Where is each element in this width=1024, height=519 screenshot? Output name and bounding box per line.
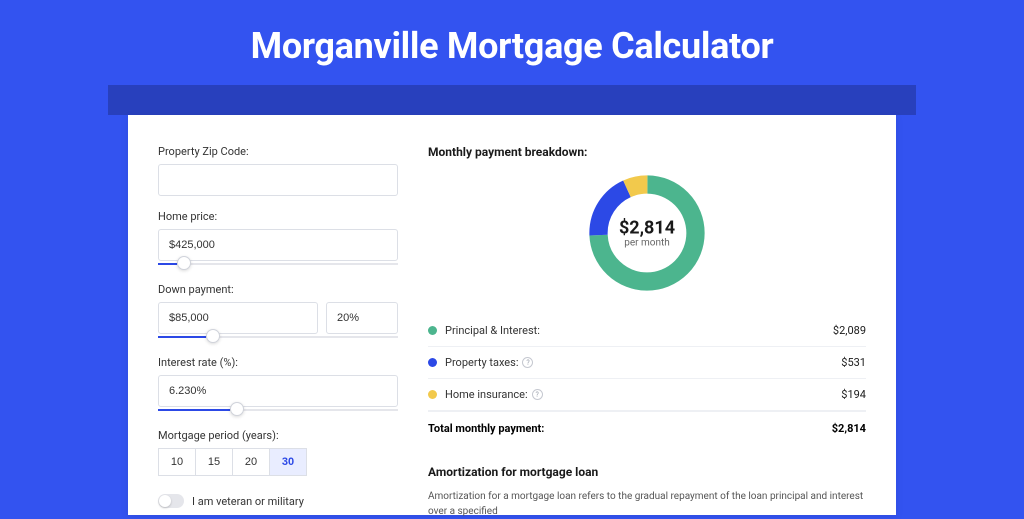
- veteran-toggle[interactable]: [158, 494, 184, 508]
- slider-fill: [158, 263, 177, 265]
- down-payment-pct-input[interactable]: [326, 302, 398, 334]
- down-payment-label: Down payment:: [158, 283, 398, 296]
- amortization-text: Amortization for a mortgage loan refers …: [428, 489, 866, 519]
- donut-chart: $2,814 per month: [583, 169, 711, 297]
- period-option-10[interactable]: 10: [158, 448, 196, 476]
- info-icon[interactable]: ?: [522, 357, 533, 368]
- home-price-input[interactable]: [158, 229, 398, 261]
- period-label: Mortgage period (years):: [158, 429, 398, 442]
- legend-dot-icon: [428, 358, 437, 367]
- interest-rate-input[interactable]: [158, 375, 398, 407]
- interest-rate-slider[interactable]: [158, 405, 398, 415]
- slider-fill: [158, 336, 206, 338]
- slider-fill: [158, 409, 230, 411]
- veteran-toggle-row: I am veteran or military: [158, 494, 398, 508]
- period-option-15[interactable]: 15: [195, 448, 233, 476]
- breakdown-column: Monthly payment breakdown: $2,814 per mo…: [428, 145, 866, 515]
- interest-rate-label: Interest rate (%):: [158, 356, 398, 369]
- calculator-card: Property Zip Code: Home price: Down paym…: [128, 115, 896, 515]
- info-icon[interactable]: ?: [532, 389, 543, 400]
- amortization-section: Amortization for mortgage loan Amortizat…: [428, 465, 866, 519]
- breakdown-legend: Principal & Interest: $2,089 Property ta…: [428, 315, 866, 445]
- total-value: $2,814: [832, 422, 866, 435]
- breakdown-title: Monthly payment breakdown:: [428, 145, 866, 159]
- legend-label: Property taxes: ?: [445, 356, 841, 369]
- home-price-slider[interactable]: [158, 259, 398, 269]
- down-payment-input[interactable]: [158, 302, 318, 334]
- form-column: Property Zip Code: Home price: Down paym…: [158, 145, 398, 515]
- donut-wrap: $2,814 per month: [428, 169, 866, 297]
- slider-thumb[interactable]: [177, 256, 191, 270]
- accent-bar: [108, 85, 916, 115]
- legend-row-principal: Principal & Interest: $2,089: [428, 315, 866, 347]
- legend-row-taxes: Property taxes: ? $531: [428, 347, 866, 379]
- total-label: Total monthly payment:: [428, 422, 544, 435]
- period-option-20[interactable]: 20: [232, 448, 270, 476]
- total-row: Total monthly payment: $2,814: [428, 411, 866, 445]
- period-segments: 10 15 20 30: [158, 448, 398, 476]
- period-option-30[interactable]: 30: [269, 448, 307, 476]
- legend-dot-icon: [428, 326, 437, 335]
- slider-thumb[interactable]: [230, 402, 244, 416]
- page-title: Morganville Mortgage Calculator: [0, 0, 1024, 85]
- donut-center: $2,814 per month: [619, 218, 675, 249]
- toggle-knob: [159, 495, 171, 507]
- slider-thumb[interactable]: [206, 329, 220, 343]
- amortization-title: Amortization for mortgage loan: [428, 465, 866, 479]
- legend-value: $2,089: [833, 324, 866, 337]
- veteran-toggle-label: I am veteran or military: [192, 495, 304, 508]
- zip-input[interactable]: [158, 164, 398, 196]
- down-payment-group: Down payment:: [158, 283, 398, 342]
- legend-label: Home insurance: ?: [445, 388, 841, 401]
- zip-label: Property Zip Code:: [158, 145, 398, 158]
- legend-value: $194: [841, 388, 866, 401]
- legend-value: $531: [841, 356, 866, 369]
- period-group: Mortgage period (years): 10 15 20 30: [158, 429, 398, 476]
- down-payment-slider[interactable]: [158, 332, 398, 342]
- legend-dot-icon: [428, 390, 437, 399]
- interest-rate-group: Interest rate (%):: [158, 356, 398, 415]
- home-price-label: Home price:: [158, 210, 398, 223]
- home-price-group: Home price:: [158, 210, 398, 269]
- donut-value: $2,814: [619, 218, 675, 239]
- zip-field-group: Property Zip Code:: [158, 145, 398, 196]
- donut-subtitle: per month: [619, 238, 675, 249]
- legend-label: Principal & Interest:: [445, 324, 833, 337]
- legend-row-insurance: Home insurance: ? $194: [428, 379, 866, 411]
